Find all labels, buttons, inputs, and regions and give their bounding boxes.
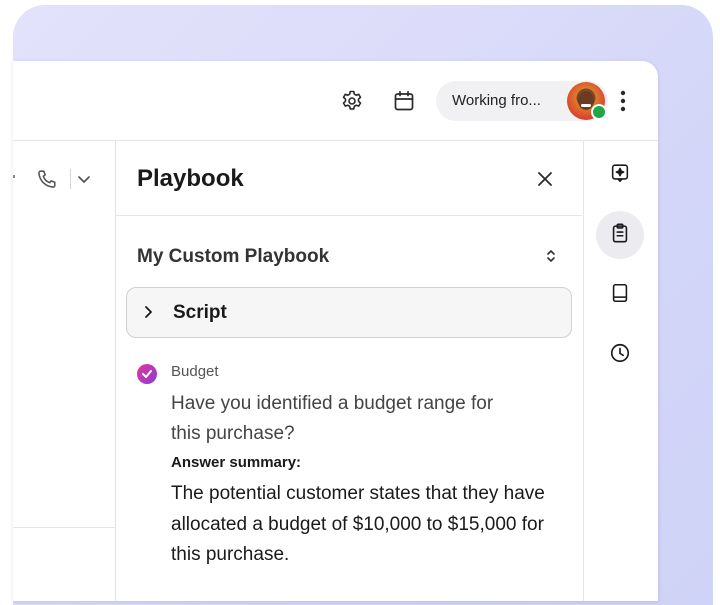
script-label: Script xyxy=(173,302,227,323)
close-icon[interactable] xyxy=(534,168,556,190)
status-text: Working fro... xyxy=(452,92,541,109)
toolbar-divider xyxy=(70,169,71,189)
playbook-panel: Playbook My Custom Playbook Script Budge… xyxy=(116,141,582,601)
right-rail xyxy=(583,141,658,601)
book-icon xyxy=(609,282,631,309)
checkmark-icon xyxy=(137,364,157,384)
clipboard-icon xyxy=(609,222,631,249)
status-selector[interactable]: Working fro... xyxy=(436,81,608,121)
script-section[interactable]: Script xyxy=(126,287,572,338)
calendar-icon[interactable] xyxy=(391,88,417,114)
ai-assist-icon xyxy=(609,162,631,189)
chevron-down-icon[interactable] xyxy=(75,169,93,189)
clock-icon xyxy=(609,342,631,369)
rail-item-ai-assist[interactable] xyxy=(596,151,644,199)
chevron-right-icon xyxy=(141,303,155,321)
top-bar: Working fro... xyxy=(13,61,658,141)
playbook-title: Playbook xyxy=(137,165,244,192)
playbook-selector-label: My Custom Playbook xyxy=(137,246,330,267)
rail-item-history[interactable] xyxy=(596,331,644,379)
question-tag: Budget xyxy=(171,363,219,380)
answer-summary-label: Answer summary: xyxy=(171,454,302,471)
more-vertical-icon[interactable] xyxy=(613,88,633,114)
rail-item-knowledge[interactable] xyxy=(596,271,644,319)
partial-arrow xyxy=(13,175,15,178)
left-panel-divider xyxy=(13,527,115,528)
question-text: Have you identified a budget range for t… xyxy=(171,393,494,444)
left-panel xyxy=(13,141,116,601)
presence-indicator xyxy=(591,104,607,120)
rail-item-playbook[interactable] xyxy=(596,211,644,259)
app-window: Working fro... Playbook My Custom Playbo… xyxy=(13,61,658,601)
chevron-up-down-icon xyxy=(543,245,559,267)
settings-gear-icon[interactable] xyxy=(339,88,365,114)
phone-icon[interactable] xyxy=(35,167,59,191)
playbook-header: Playbook xyxy=(116,141,582,216)
answer-summary-text: The potential customer states that they … xyxy=(171,483,545,565)
